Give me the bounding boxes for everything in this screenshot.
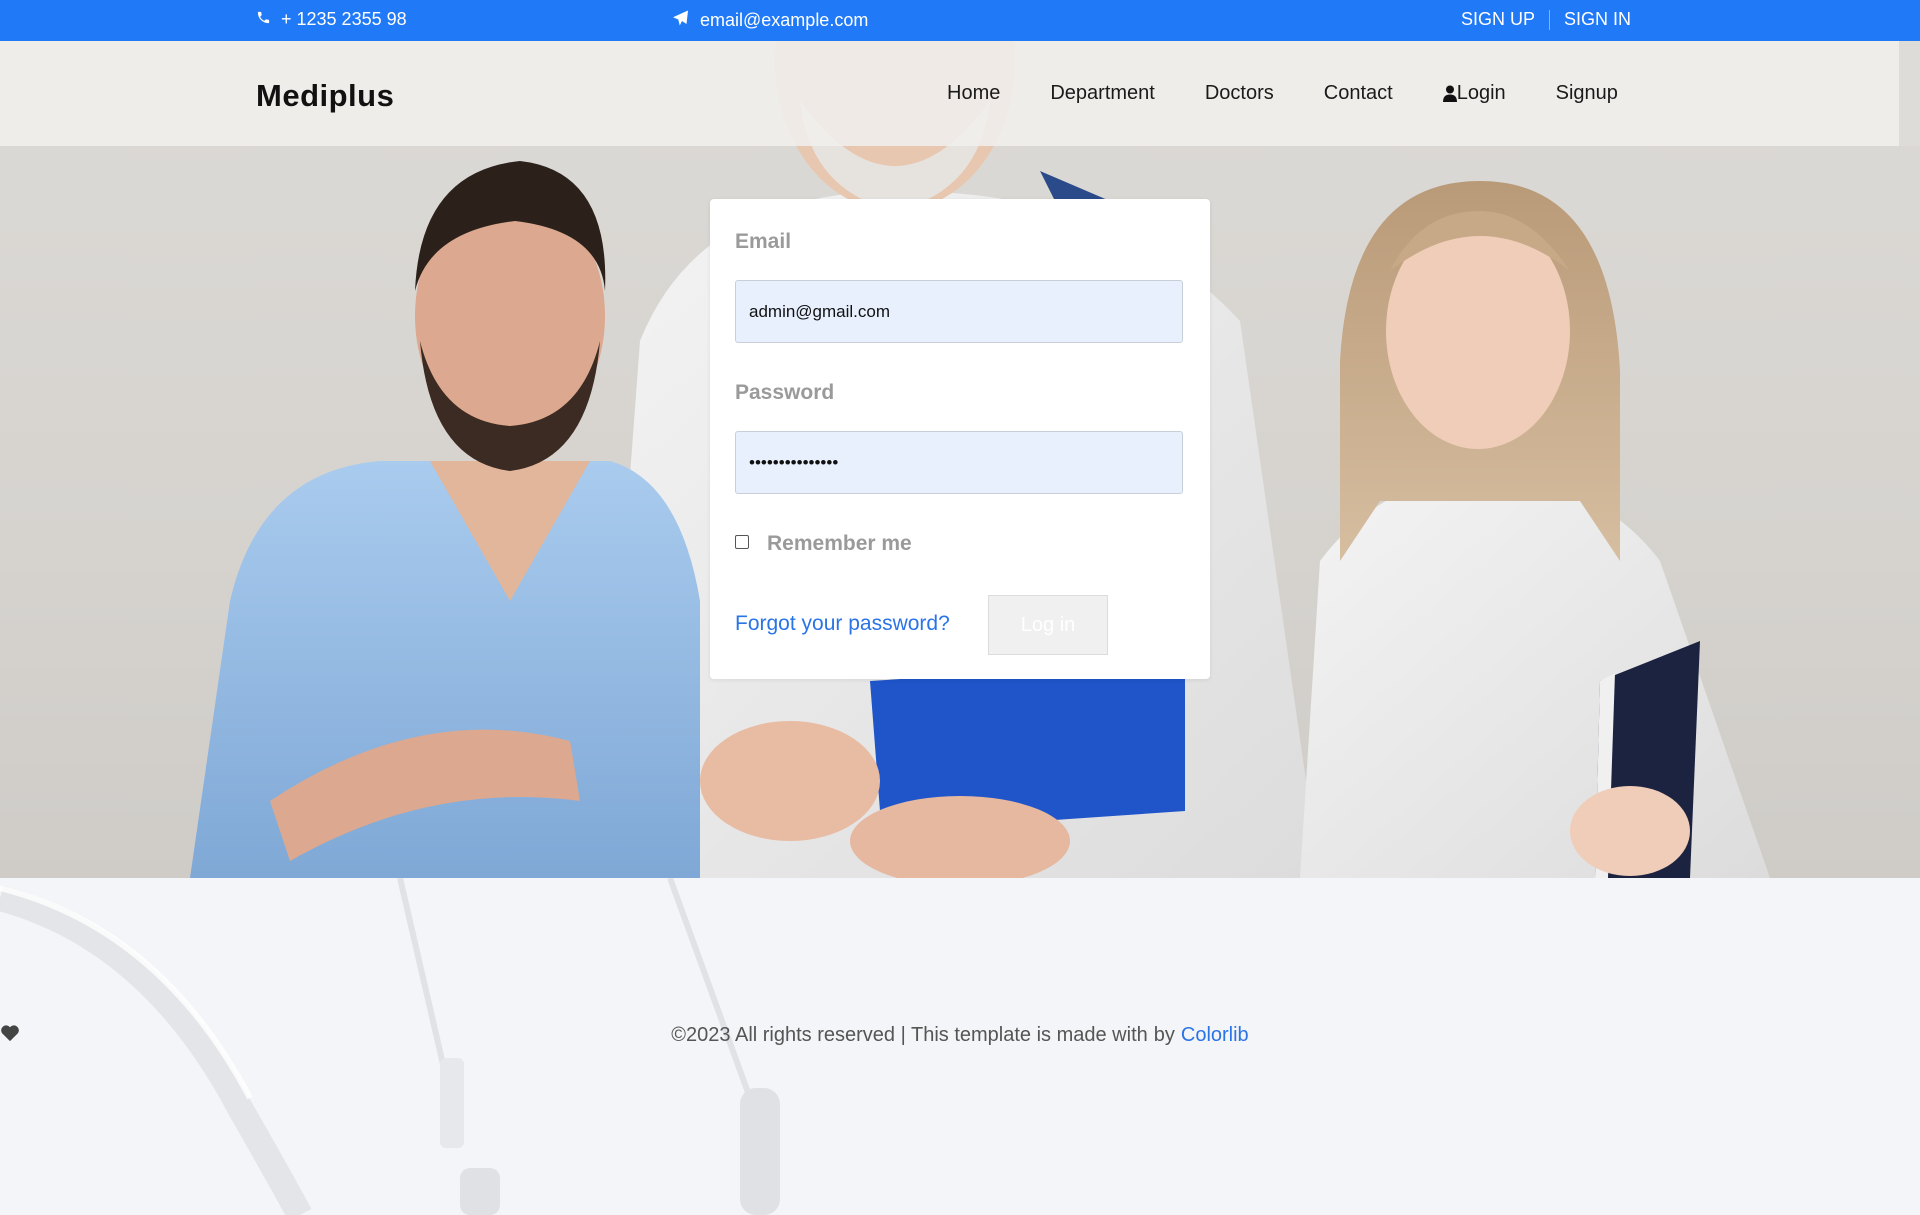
password-input[interactable] (735, 431, 1183, 494)
user-icon (1442, 85, 1457, 102)
nav-doctors[interactable]: Doctors (1205, 82, 1274, 105)
phone-number: + 1235 2355 98 (281, 9, 407, 29)
heart-icon (1, 1025, 19, 1042)
email-address: email@example.com (700, 10, 869, 30)
by-text: by (1153, 1024, 1175, 1046)
email-label: Email (735, 230, 792, 253)
remember-checkbox[interactable] (735, 535, 749, 549)
password-label: Password (735, 381, 835, 404)
brand-logo[interactable]: Mediplus (256, 78, 394, 114)
main-header: Mediplus Home Department Doctors Contact… (0, 41, 1920, 146)
divider (1548, 9, 1550, 30)
nav-login[interactable]: Login (1442, 82, 1506, 105)
paper-plane-icon (671, 9, 690, 32)
forgot-password-link[interactable]: Forgot your password? (735, 612, 950, 636)
signup-link[interactable]: SIGN UP (1461, 9, 1535, 30)
phone-contact[interactable]: + 1235 2355 98 (256, 9, 407, 30)
nav-department[interactable]: Department (1050, 82, 1155, 105)
auth-links: SIGN UP SIGN IN (1461, 9, 1631, 30)
scrollbar-track-header[interactable] (1899, 41, 1920, 146)
remember-label: Remember me (767, 532, 912, 555)
main-nav: Home Department Doctors Contact Login Si… (947, 82, 1618, 105)
email-input[interactable] (735, 280, 1183, 343)
top-contact-bar: + 1235 2355 98 email@example.com SIGN UP… (0, 0, 1899, 41)
copyright-text: ©2023 All rights reserved | This templat… (671, 1024, 1148, 1046)
copyright-line: ©2023 All rights reserved | This templat… (0, 1024, 1920, 1047)
email-contact[interactable]: email@example.com (671, 9, 868, 32)
signin-link[interactable]: SIGN IN (1564, 9, 1631, 30)
colorlib-link[interactable]: Colorlib (1181, 1024, 1249, 1047)
phone-icon (256, 9, 271, 30)
nav-login-label: Login (1456, 82, 1506, 104)
nav-signup[interactable]: Signup (1556, 82, 1618, 105)
nav-home[interactable]: Home (947, 82, 1000, 105)
login-form: Email Password Remember me Forgot your p… (710, 199, 1210, 679)
scrollbar-track[interactable] (1899, 0, 1920, 41)
nav-contact[interactable]: Contact (1324, 82, 1393, 105)
login-button[interactable]: Log in (988, 595, 1108, 655)
footer: ©2023 All rights reserved | This templat… (0, 878, 1920, 1215)
